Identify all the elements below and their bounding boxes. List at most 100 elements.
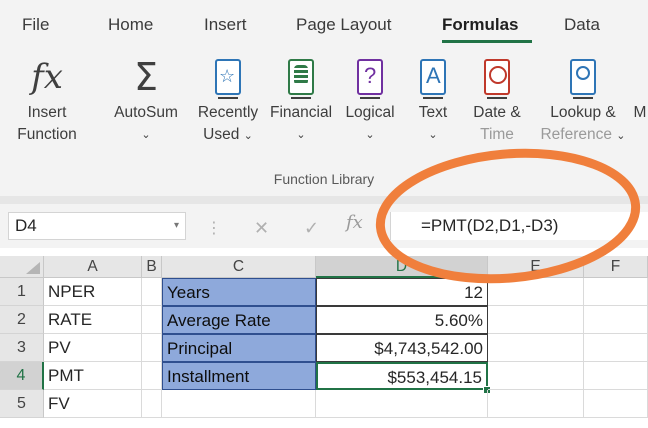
cell-b1[interactable] xyxy=(142,278,162,306)
cancel-icon[interactable]: ✕ xyxy=(254,218,269,239)
logical-button[interactable]: ? Logical ⌄ xyxy=(340,52,400,146)
lookup-reference-button[interactable]: Lookup & Reference ⌄ xyxy=(538,52,628,147)
tab-insert[interactable]: Insert xyxy=(204,15,247,35)
autosum-button[interactable]: Σ AutoSum ⌄ xyxy=(106,52,186,146)
date-time-button[interactable]: Date & Time xyxy=(462,52,532,146)
row-header-1[interactable]: 1 xyxy=(0,278,44,306)
ribbon-tab-bar: File Home Insert Page Layout Formulas Da… xyxy=(0,0,648,44)
star-book-icon: ☆ xyxy=(190,52,266,102)
date-time-label-2: Time xyxy=(480,126,514,143)
magnifier-book-icon xyxy=(538,52,628,102)
formula-bar: D4 ▾ ⋮ ✕ ✓ fx =PMT(D2,D1,-D3) xyxy=(0,204,648,248)
ribbon: fx Insert Function Σ AutoSum ⌄ ☆ Recentl… xyxy=(0,44,648,196)
fx-icon: fx xyxy=(31,57,63,97)
cell-d5[interactable] xyxy=(316,390,488,418)
recently-used-button[interactable]: ☆ Recently Used ⌄ xyxy=(190,52,266,147)
date-time-label: Date & xyxy=(473,104,521,121)
column-header-c[interactable]: C xyxy=(162,256,316,278)
column-header-b[interactable]: B xyxy=(142,256,162,278)
more-functions-label: M xyxy=(633,104,647,121)
insert-function-button[interactable]: fx Insert Function xyxy=(16,52,78,146)
cell-f5[interactable] xyxy=(584,390,648,418)
cell-c5[interactable] xyxy=(162,390,316,418)
cell-e3[interactable] xyxy=(488,334,584,362)
insert-function-icon[interactable]: fx xyxy=(346,212,363,233)
row-header-2[interactable]: 2 xyxy=(0,306,44,334)
financial-button[interactable]: Financial ⌄ xyxy=(266,52,336,146)
financial-label: Financial xyxy=(269,104,333,121)
cell-d3[interactable]: $4,743,542.00 xyxy=(316,334,488,362)
tab-file[interactable]: File xyxy=(22,15,49,35)
cell-c1[interactable]: Years xyxy=(162,278,316,306)
cell-c2[interactable]: Average Rate xyxy=(162,306,316,334)
active-tab-indicator xyxy=(442,40,532,43)
cell-c4[interactable]: Installment xyxy=(162,362,316,390)
formula-text: =PMT(D2,D1,-D3) xyxy=(421,216,559,235)
tab-formulas[interactable]: Formulas xyxy=(442,15,519,35)
recently-used-label-2: Used xyxy=(203,126,240,143)
clock-book-icon xyxy=(462,52,532,102)
cell-b2[interactable] xyxy=(142,306,162,334)
cell-c3[interactable]: Principal xyxy=(162,334,316,362)
lookup-reference-label: Lookup & xyxy=(550,104,616,121)
cell-b4[interactable] xyxy=(142,362,162,390)
cell-f4[interactable] xyxy=(584,362,648,390)
name-box-dropdown-icon[interactable]: ▾ xyxy=(174,213,179,239)
cell-f3[interactable] xyxy=(584,334,648,362)
cell-e4[interactable] xyxy=(488,362,584,390)
cell-a3[interactable]: PV xyxy=(44,334,142,362)
cell-d4-active[interactable]: $553,454.15 xyxy=(316,362,488,390)
tab-data[interactable]: Data xyxy=(564,15,600,35)
worksheet-grid[interactable]: A B C D E F 1 NPER Years 12 2 RATE Avera… xyxy=(0,248,648,428)
sigma-icon: Σ xyxy=(133,55,158,99)
column-header-f[interactable]: F xyxy=(584,256,648,278)
text-label: Text xyxy=(418,104,448,121)
chevron-down-icon: ⌄ xyxy=(616,130,626,142)
row-header-4[interactable]: 4 xyxy=(0,362,44,390)
recently-used-label: Recently xyxy=(197,104,259,121)
chevron-down-icon: ⌄ xyxy=(296,129,306,141)
more-functions-button[interactable]: M xyxy=(632,52,648,124)
insert-function-label: Insert xyxy=(27,104,67,121)
insert-function-label-2: Function xyxy=(17,126,77,143)
chevron-down-icon: ⌄ xyxy=(428,129,438,141)
lookup-reference-label-2: Reference xyxy=(540,126,612,143)
column-header-a[interactable]: A xyxy=(44,256,142,278)
cell-e5[interactable] xyxy=(488,390,584,418)
cell-b3[interactable] xyxy=(142,334,162,362)
text-button[interactable]: A Text ⌄ xyxy=(410,52,456,146)
cell-b5[interactable] xyxy=(142,390,162,418)
name-box-value: D4 xyxy=(15,216,37,235)
cell-f1[interactable] xyxy=(584,278,648,306)
cell-a4[interactable]: PMT xyxy=(44,362,142,390)
chevron-down-icon: ⌄ xyxy=(365,129,375,141)
tab-page-layout[interactable]: Page Layout xyxy=(296,15,391,35)
row-header-3[interactable]: 3 xyxy=(0,334,44,362)
cell-d1[interactable]: 12 xyxy=(316,278,488,306)
row-header-5[interactable]: 5 xyxy=(0,390,44,418)
cell-d2[interactable]: 5.60% xyxy=(316,306,488,334)
cell-a1[interactable]: NPER xyxy=(44,278,142,306)
function-library-group-label: Function Library xyxy=(273,171,375,187)
formula-input[interactable]: =PMT(D2,D1,-D3) xyxy=(390,212,648,240)
ribbon-divider xyxy=(0,196,648,204)
autosum-label: AutoSum xyxy=(114,104,178,121)
logical-label: Logical xyxy=(345,104,395,121)
cell-e2[interactable] xyxy=(488,306,584,334)
column-header-d[interactable]: D xyxy=(316,256,488,278)
select-all-button[interactable] xyxy=(0,256,44,278)
column-header-e[interactable]: E xyxy=(488,256,584,278)
cell-e1[interactable] xyxy=(488,278,584,306)
tab-home[interactable]: Home xyxy=(108,15,153,35)
cell-a2[interactable]: RATE xyxy=(44,306,142,334)
enter-icon[interactable]: ✓ xyxy=(304,218,319,239)
formula-bar-grip-icon: ⋮ xyxy=(206,220,222,237)
coins-book-icon xyxy=(266,52,336,102)
question-book-icon: ? xyxy=(340,52,400,102)
cell-a5[interactable]: FV xyxy=(44,390,142,418)
chevron-down-icon: ⌄ xyxy=(141,129,151,141)
letter-a-book-icon: A xyxy=(410,52,456,102)
name-box[interactable]: D4 ▾ xyxy=(8,212,186,240)
chevron-down-icon: ⌄ xyxy=(243,130,253,142)
cell-f2[interactable] xyxy=(584,306,648,334)
